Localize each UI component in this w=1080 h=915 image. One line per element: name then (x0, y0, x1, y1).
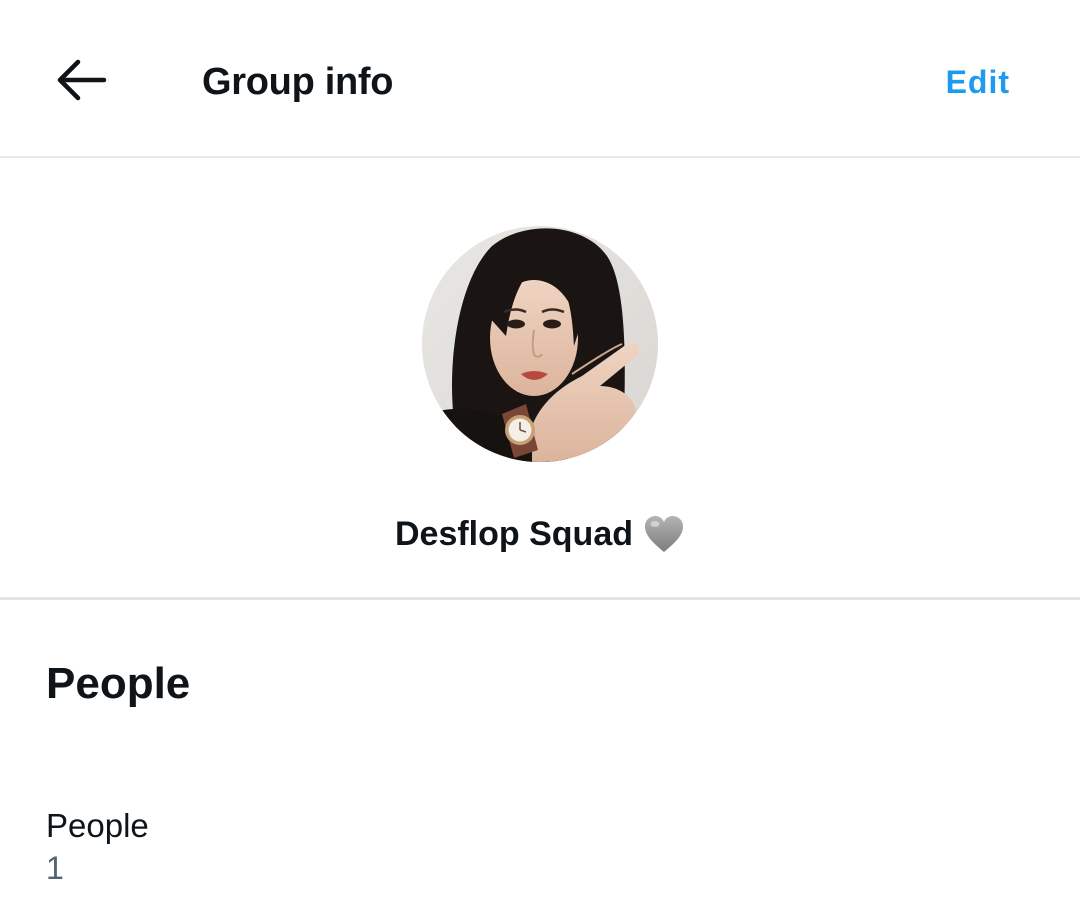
edit-button[interactable]: Edit (946, 58, 1010, 106)
back-button[interactable] (48, 52, 112, 108)
people-label: People (46, 807, 149, 844)
group-name: Desflop Squad (394, 515, 634, 553)
group-name-row: Desflop Squad (0, 512, 1080, 556)
group-avatar[interactable] (422, 226, 658, 462)
people-section-heading: People (46, 659, 191, 708)
avatar-image (422, 226, 658, 462)
people-list-item[interactable]: People 1 (46, 804, 1034, 894)
arrow-left-icon (57, 59, 107, 101)
grey-heart-icon (643, 514, 685, 554)
group-profile: Desflop Squad (0, 158, 1080, 600)
people-count: 1 (46, 850, 64, 886)
top-bar: Group info Edit (0, 0, 1080, 158)
page-title: Group info (202, 61, 394, 103)
